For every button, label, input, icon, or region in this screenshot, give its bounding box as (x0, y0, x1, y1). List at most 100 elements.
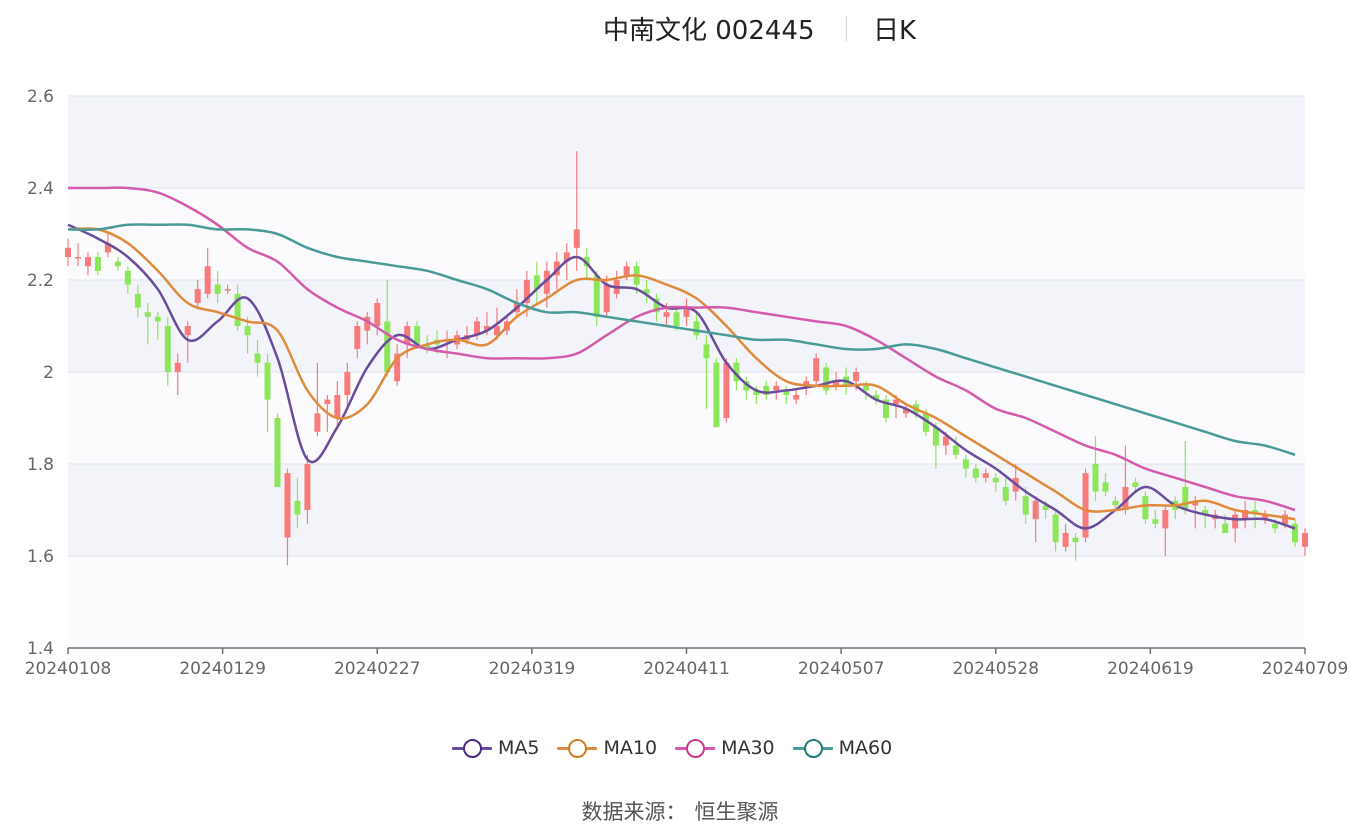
candle-body (1102, 482, 1109, 492)
candle-body (274, 418, 281, 487)
candle-body (374, 303, 381, 326)
legend: MA5 MA10 MA30 MA60 (452, 735, 910, 761)
candle-body (1062, 533, 1069, 547)
legend-item-ma60[interactable]: MA60 (792, 737, 893, 759)
candle-body (284, 473, 291, 538)
candle-body (264, 362, 271, 400)
candle-body (673, 312, 680, 326)
candle-body (294, 500, 301, 515)
y-tick-label: 2.6 (27, 87, 54, 107)
legend-item-ma30[interactable]: MA30 (675, 737, 775, 759)
candle-body (94, 257, 101, 271)
candle-body (324, 399, 331, 405)
candle-body (793, 395, 800, 400)
candle-body (344, 372, 351, 395)
candle-body (982, 473, 989, 478)
legend-item-ma10[interactable]: MA10 (557, 737, 657, 759)
candle-body (773, 385, 780, 391)
candle-body (573, 229, 580, 248)
candle-body (1182, 487, 1189, 510)
candle-body (1142, 496, 1149, 520)
candle-body (144, 312, 151, 317)
candlestick-chart: 1.41.61.822.22.42.6 20240108 20240129 2024… (25, 87, 1349, 679)
candle-body (354, 326, 361, 349)
legend-label-ma60: MA60 (838, 737, 893, 759)
plot-band (68, 188, 1305, 280)
candle-body (134, 293, 141, 308)
y-tick-label: 2 (43, 363, 54, 383)
x-tick-label: 20240227 (334, 659, 421, 679)
plot-band (68, 96, 1305, 188)
candle-body (1272, 523, 1279, 529)
x-tick-label: 20240709 (1262, 659, 1349, 679)
legend-marker-ma5 (452, 737, 492, 759)
candle-body (1302, 533, 1308, 547)
candle-body (952, 445, 959, 455)
candle-body (623, 266, 630, 276)
candle-body (244, 326, 251, 336)
candle-body (214, 284, 221, 294)
candle-body (693, 321, 700, 336)
plot-band (68, 556, 1305, 648)
legend-item-ma5[interactable]: MA5 (452, 737, 539, 759)
candle-body (1022, 496, 1029, 515)
y-tick-label: 2.4 (27, 179, 54, 199)
legend-label-ma5: MA5 (498, 737, 540, 759)
x-tick-label: 20240528 (952, 659, 1039, 679)
candle-body (74, 257, 81, 259)
candle-body (304, 464, 311, 510)
y-axis-labels: 1.4 1.6 1.8 2 2.2 2.4 2.6 (27, 87, 54, 659)
legend-label-ma30: MA30 (721, 737, 775, 759)
legend-marker-ma10 (557, 737, 598, 759)
x-axis: 20240108 20240129 20240227 20240319 20240411… (25, 647, 1349, 679)
candle-body (384, 321, 391, 372)
candle-body (84, 257, 91, 267)
candle-body (962, 459, 969, 469)
candle-body (992, 477, 999, 483)
x-tick-label: 20240108 (25, 659, 112, 679)
candle-body (314, 413, 321, 432)
candle-body (124, 270, 131, 285)
legend-marker-ma60 (792, 737, 833, 759)
candle-body (114, 261, 121, 267)
y-tick-label: 1.6 (27, 547, 54, 567)
candle-body (194, 289, 201, 303)
candle-body (1072, 537, 1079, 543)
candle-body (1002, 487, 1009, 501)
candle-body (224, 289, 231, 291)
plot-band (68, 372, 1305, 464)
candle-body (863, 385, 870, 391)
candle-body (1152, 519, 1159, 524)
candle-body (813, 358, 820, 382)
candle-body (1232, 514, 1239, 529)
source-name: 恒生聚源 (694, 800, 779, 824)
x-tick-label: 20240319 (489, 659, 576, 679)
candle-body (603, 284, 610, 313)
x-tick-label: 20240619 (1107, 659, 1194, 679)
candle-body (853, 372, 860, 382)
candle-body (334, 395, 341, 418)
candle-body (1032, 500, 1039, 520)
candle-body (663, 312, 670, 317)
x-tick-label: 20240507 (798, 659, 885, 679)
legend-label-ma10: MA10 (603, 737, 658, 759)
candle-body (1132, 482, 1139, 487)
legend-marker-ma30 (675, 737, 716, 759)
y-tick-label: 1.8 (27, 455, 54, 475)
candle-body (723, 362, 730, 418)
x-tick-label: 20240411 (643, 659, 730, 679)
x-tick-label: 20240129 (179, 659, 266, 679)
y-tick-label: 2.2 (27, 271, 54, 291)
candle-body (1052, 514, 1059, 543)
candle-body (593, 275, 600, 317)
candle-body (703, 344, 710, 359)
candle-body (164, 326, 171, 372)
y-tick-label: 1.4 (27, 639, 54, 659)
source-label: 数据来源： (581, 800, 687, 824)
candle-body (1222, 523, 1229, 533)
candle-body (1162, 510, 1169, 529)
candle-body (1112, 500, 1119, 506)
candle-body (254, 353, 261, 363)
candle-body (972, 468, 979, 478)
candle-body (204, 266, 211, 294)
